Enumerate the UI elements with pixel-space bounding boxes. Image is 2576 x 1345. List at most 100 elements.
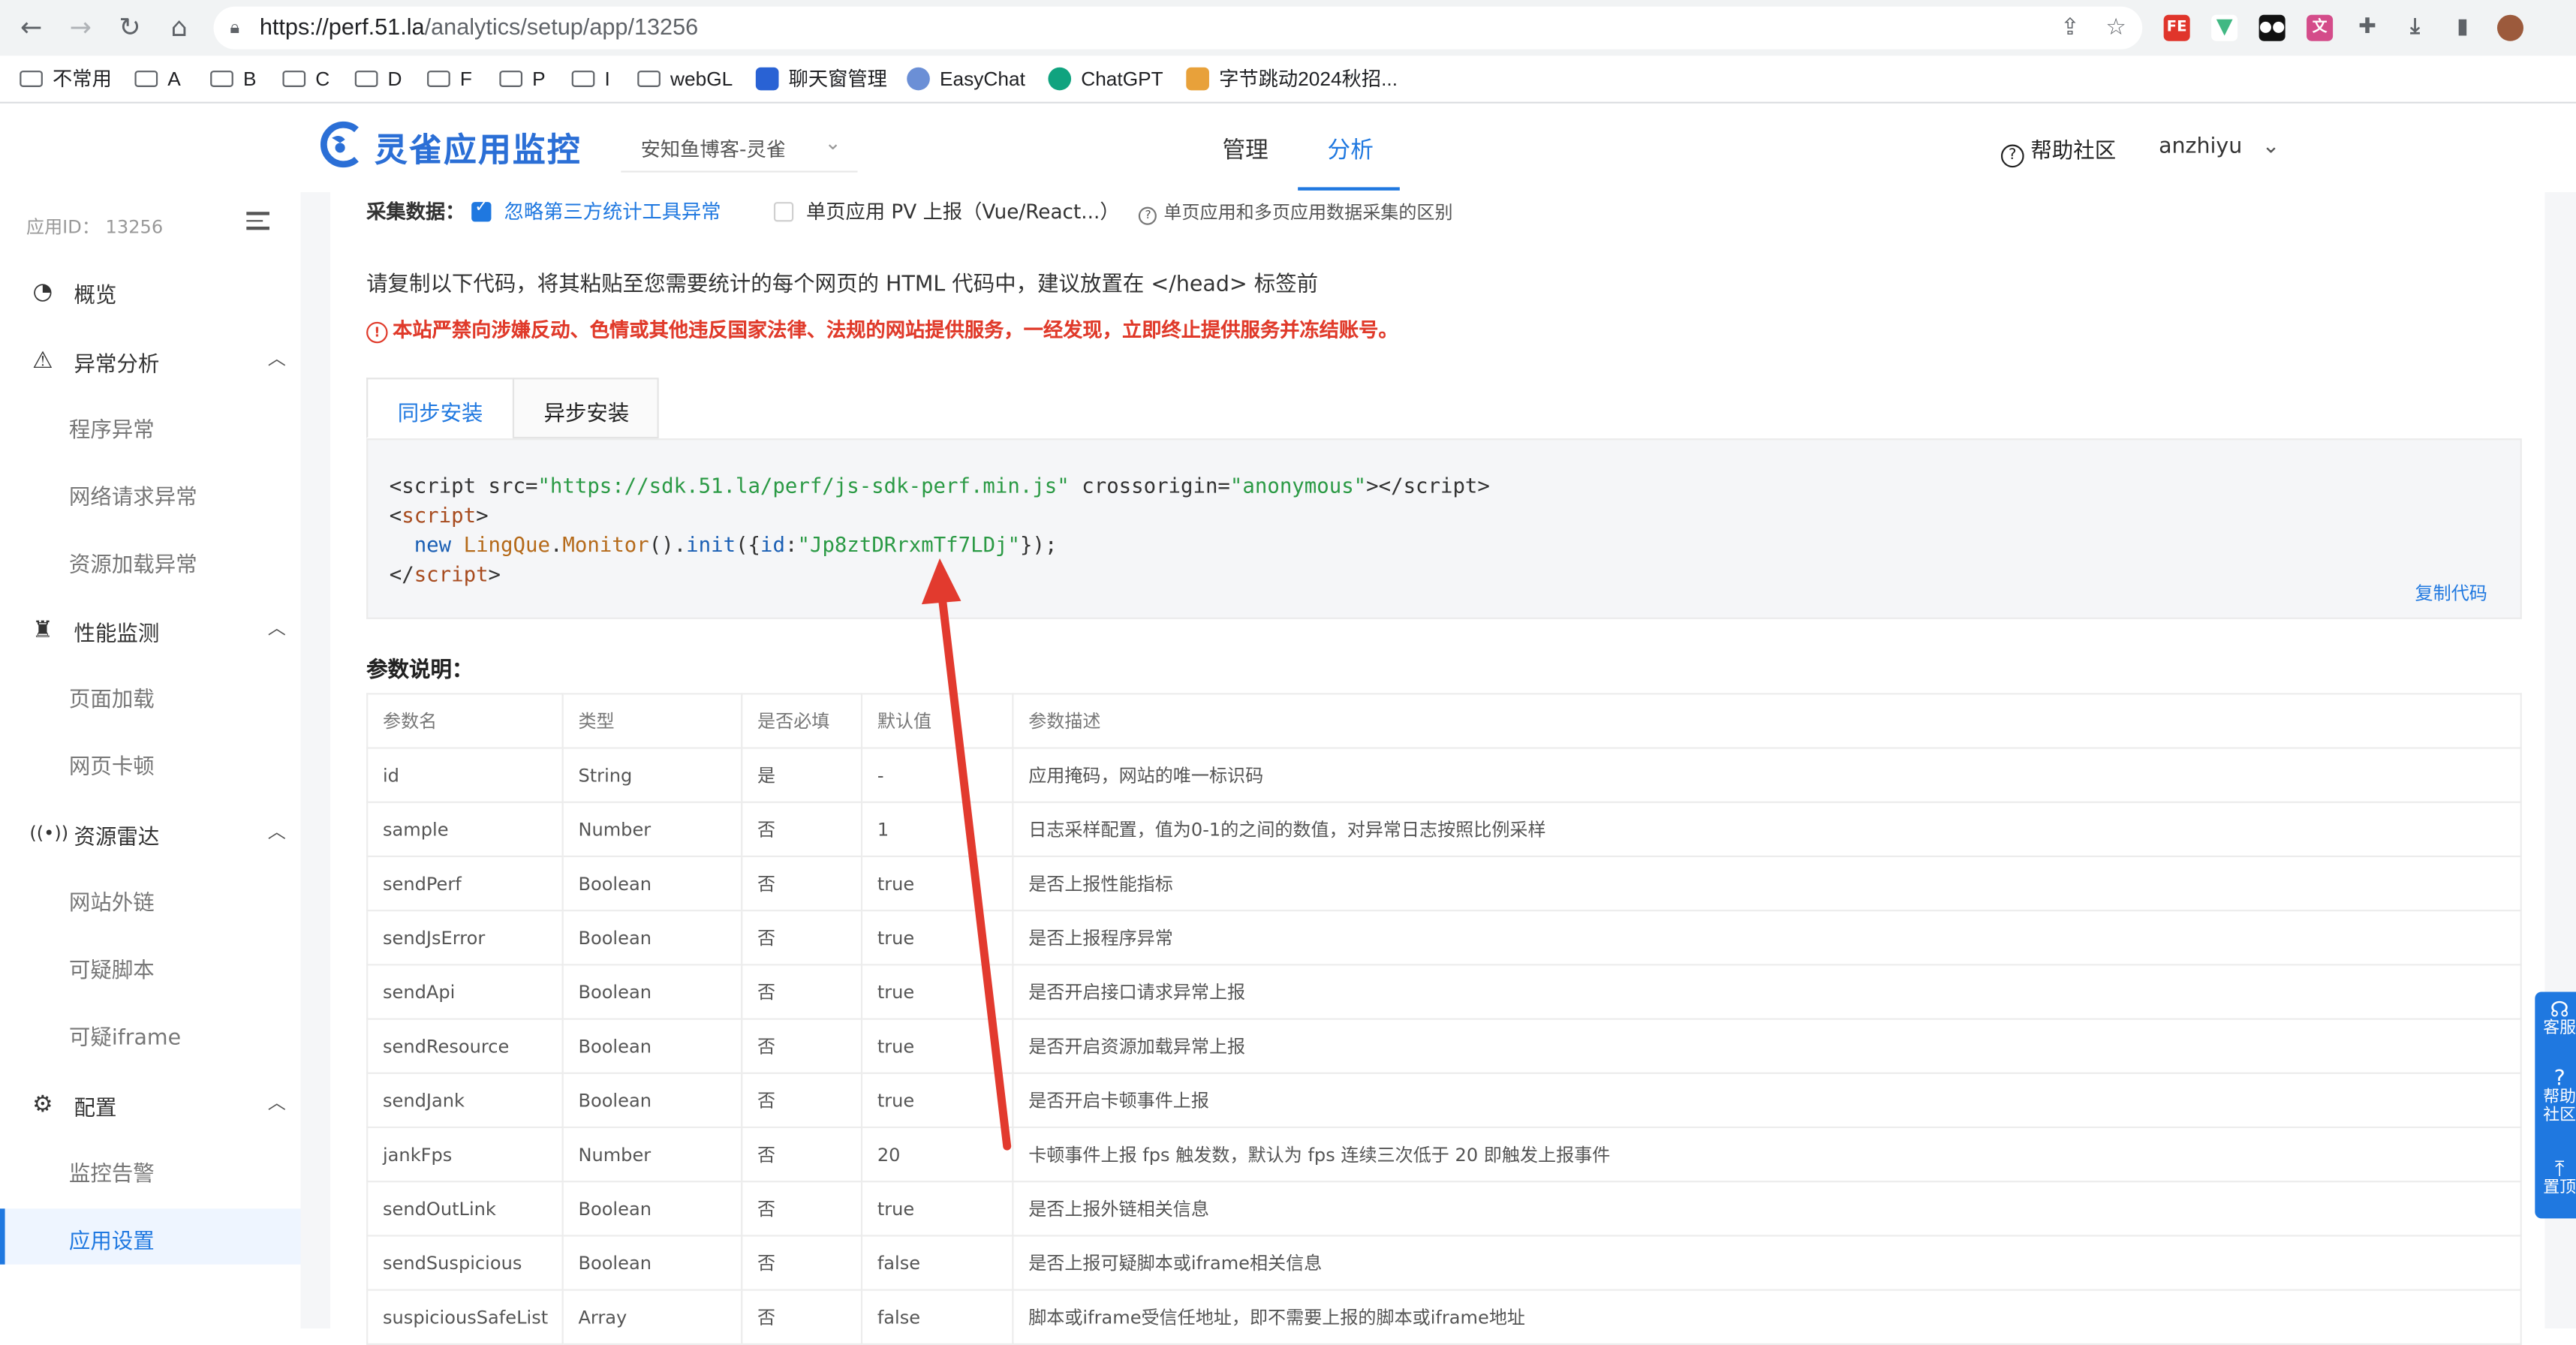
table-header-row: 参数名 类型 是否必填 默认值 参数描述 (366, 693, 2522, 749)
table-row: sendSuspicious Boolean 否 false 是否上报可疑脚本或ifra… (366, 1235, 2522, 1291)
tab-manage[interactable]: 管理 (1222, 133, 1268, 166)
folder-icon (210, 71, 233, 87)
back-icon[interactable]: ← (17, 12, 46, 43)
bytedance-icon (1186, 67, 1209, 91)
folder-icon (571, 71, 595, 87)
code-line-2: <script> (389, 502, 489, 528)
spa-pv-checkbox[interactable] (773, 202, 793, 222)
sidebar-item-overview[interactable]: ◔ 概览 (0, 263, 301, 318)
table-row: sendApi Boolean 否 true 是否开启接口请求异常上报 (366, 964, 2522, 1020)
app-select-value: 安知鱼博客-灵雀 (640, 137, 786, 161)
table-row: sendOutLink Boolean 否 true 是否上报外链相关信息 (366, 1181, 2522, 1237)
logo-text: 灵雀应用监控 (375, 129, 582, 170)
spa-pv-label[interactable]: 单页应用 PV 上报（Vue/React...） (806, 200, 1120, 224)
chevron-down-icon: ⌄ (2262, 134, 2280, 160)
params-table: 参数名 类型 是否必填 默认值 参数描述 id String 是 - 应用掩码，网站的唯一标识码… (366, 693, 2522, 1345)
profile-avatar[interactable] (2496, 14, 2523, 41)
radar-icon: ((•)) (29, 823, 69, 844)
sidebar-item-page-load[interactable]: 页面加载 (0, 666, 301, 722)
extension-fe-icon[interactable]: FE (2163, 14, 2190, 41)
menu-collapse-icon[interactable] (246, 212, 269, 231)
address-bar[interactable]: 🔒︎ https://perf.51.la/analytics/setup/ap… (213, 6, 2143, 50)
bookmark-folder[interactable]: F (427, 66, 472, 92)
tab-sync-install[interactable]: 同步安装 (366, 378, 515, 439)
sidebar-item-app-settings[interactable]: 应用设置 (0, 1208, 301, 1265)
help-community-button[interactable]: ? 帮助 社区 (2541, 1069, 2576, 1124)
easychat-icon (907, 67, 930, 91)
table-cell: true (860, 964, 1014, 1020)
table-cell: true (860, 1018, 1014, 1074)
install-instruction: 请复制以下代码，将其粘贴至您需要统计的每个网页的 HTML 代码中，建议放置在 … (366, 272, 1319, 298)
bookmark-easychat[interactable]: EasyChat (907, 66, 1025, 92)
table-cell: 否 (741, 1018, 863, 1074)
home-icon[interactable]: ⌂ (164, 12, 194, 43)
table-cell: 否 (741, 1181, 863, 1237)
ignore-thirdparty-label[interactable]: 忽略第三方统计工具异常 (504, 200, 721, 224)
sidebar-item-alerts[interactable]: 监控告警 (0, 1142, 301, 1197)
table-cell: 否 (741, 801, 863, 858)
help-community-link[interactable]: ? 帮助社区 (2000, 133, 2116, 168)
table-cell: 应用掩码，网站的唯一标识码 (1012, 747, 2522, 803)
bookmark-chatgpt[interactable]: ChatGPT (1048, 66, 1163, 92)
sidebar-item-suspicious-scripts[interactable]: 可疑脚本 (0, 937, 301, 993)
bookmark-folder[interactable]: 不常用 (20, 66, 112, 92)
sidebar-group-config[interactable]: ⚙ 配置 ︿ (0, 1076, 301, 1131)
ignore-thirdparty-checkbox[interactable] (471, 199, 492, 222)
warning-icon: ⚠ (32, 348, 53, 375)
tab-analysis[interactable]: 分析 (1328, 133, 1374, 166)
sidebar-item-page-jank[interactable]: 网页卡顿 (0, 734, 301, 790)
chevron-up-icon: ︿ (267, 820, 286, 843)
forward-icon[interactable]: → (66, 12, 95, 43)
star-icon[interactable]: ☆ (2103, 15, 2129, 41)
code-line-1: <script src="https://sdk.51.la/perf/js-s… (389, 473, 1490, 498)
table-cell: id (366, 747, 564, 803)
sidebar-group-performance[interactable]: ♜ 性能监测 ︿ (0, 601, 301, 657)
bookmark-folder[interactable]: P (499, 66, 546, 92)
share-icon[interactable]: ⇪ (2057, 15, 2083, 41)
bookmark-folder[interactable]: B (210, 66, 256, 92)
table-header-cell: 是否必填 (741, 693, 863, 749)
extension-translate-icon[interactable]: 文 (2307, 14, 2334, 41)
table-cell: 是否上报性能指标 (1012, 855, 2522, 912)
sidebar-item-program-errors[interactable]: 程序异常 (0, 397, 301, 453)
lingque-logo-icon[interactable] (317, 120, 363, 170)
bookmark-folder[interactable]: C (282, 66, 330, 92)
extension-tampermonkey-icon[interactable]: ●● (2259, 14, 2286, 41)
customer-service-button[interactable]: ☊ 客服 (2541, 998, 2576, 1037)
sidebar-item-resource-errors[interactable]: 资源加载异常 (0, 532, 301, 588)
lock-icon: 🔒︎ (230, 16, 240, 38)
sidebar-group-resource-radar[interactable]: ((•)) 资源雷达 ︿ (0, 805, 301, 860)
collect-options: 采集数据： 忽略第三方统计工具异常 单页应用 PV 上报（Vue/React..… (366, 197, 1453, 225)
spa-help-link[interactable]: ? 单页应用和多页应用数据采集的区别 (1139, 202, 1453, 225)
sidebar-item-network-errors[interactable]: 网络请求异常 (0, 465, 301, 520)
bookmark-folder[interactable]: D (354, 66, 402, 92)
headset-icon: ☊ (2550, 998, 2569, 1024)
table-cell: sendSuspicious (366, 1235, 564, 1291)
sidepanel-icon[interactable]: ▮ (2450, 15, 2476, 41)
params-title: 参数说明： (366, 658, 474, 684)
sidebar-item-external-links[interactable]: 网站外链 (0, 871, 301, 926)
tab-async-install[interactable]: 异步安装 (512, 378, 659, 439)
gear-icon: ⚙ (32, 1091, 53, 1118)
back-to-top-button[interactable]: ⤒ 置顶 (2541, 1160, 2576, 1197)
table-row: sendJank Boolean 否 true 是否开启卡顿事件上报 (366, 1072, 2522, 1129)
download-icon[interactable]: ⤓ (2402, 15, 2428, 41)
bookmark-folder[interactable]: A (134, 66, 181, 92)
table-cell: Boolean (561, 964, 743, 1020)
active-tab-indicator (1298, 187, 1400, 191)
extensions-puzzle-icon[interactable]: ✚ (2355, 15, 2381, 41)
extension-vue-icon[interactable]: ▼ (2211, 14, 2238, 41)
user-menu[interactable]: anzhiyu ⌄ (2159, 134, 2280, 159)
code-snippet[interactable]: <script src="https://sdk.51.la/perf/js-s… (366, 438, 2522, 619)
bookmark-folder[interactable]: webGL (637, 66, 733, 92)
legal-warning: ! 本站严禁向涉嫌反动、色情或其他违反国家法律、法规的网站提供服务，一经发现，立即… (366, 315, 1398, 344)
bookmark-chat-admin[interactable]: 聊天窗管理 (755, 66, 887, 92)
reload-icon[interactable]: ↻ (115, 12, 144, 43)
bookmark-folder[interactable]: I (571, 66, 610, 92)
sidebar-item-suspicious-iframe[interactable]: 可疑iframe (0, 1005, 301, 1061)
sidebar-group-exceptions[interactable]: ⚠ 异常分析 ︿ (0, 332, 301, 387)
app-select-dropdown[interactable]: 安知鱼博客-灵雀 ⌄ (621, 128, 858, 173)
chevron-up-icon: ︿ (267, 348, 286, 370)
copy-code-button[interactable]: 复制代码 (2415, 579, 2487, 606)
bookmark-bytedance[interactable]: 字节跳动2024秋招... (1186, 66, 1398, 92)
